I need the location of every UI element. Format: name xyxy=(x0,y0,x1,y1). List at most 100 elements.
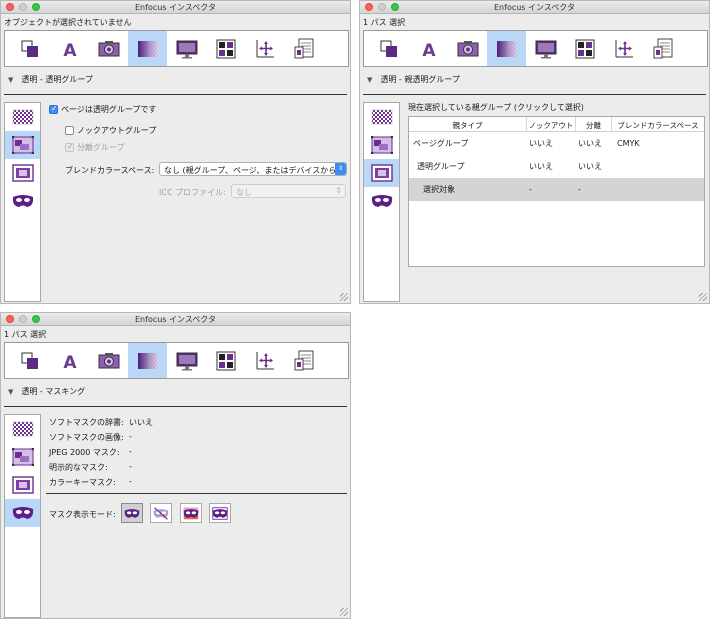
table-cell: 透明グループ xyxy=(417,162,465,171)
sidebar-item-page[interactable] xyxy=(5,103,40,131)
position-icon xyxy=(613,38,635,60)
disclosure-triangle-icon[interactable]: ▼ xyxy=(8,388,13,396)
section-header[interactable]: ▼ 透明 - マスキング xyxy=(8,386,85,397)
disclosure-triangle-icon[interactable]: ▼ xyxy=(8,76,13,84)
column-header[interactable]: ブレンドカラースペース xyxy=(612,117,704,131)
resize-grip-icon[interactable] xyxy=(340,608,348,616)
document-tab-button[interactable] xyxy=(284,343,323,378)
group-transparency-icon xyxy=(12,136,34,154)
sidebar-item-page[interactable] xyxy=(364,103,399,131)
mask-mode-color-button[interactable] xyxy=(180,503,202,523)
page-group-checkbox[interactable] xyxy=(49,104,58,114)
knockout-row[interactable]: ノックアウトグループ xyxy=(65,125,156,136)
text-tab-button[interactable] xyxy=(50,31,89,66)
column-header[interactable]: ノックアウト xyxy=(527,117,576,131)
sidebar-item-page[interactable] xyxy=(5,415,40,443)
section-divider xyxy=(4,94,347,95)
section-divider xyxy=(363,94,706,95)
icc-profile-value: なし xyxy=(236,188,252,197)
mask-mode-show-button[interactable] xyxy=(121,503,143,523)
sidebar-item-object[interactable] xyxy=(5,159,40,187)
mask-mode-hide-button[interactable] xyxy=(150,503,172,523)
display-tab-button[interactable] xyxy=(167,343,206,378)
image-tab-button[interactable] xyxy=(89,31,128,66)
inspector-window-1: Enfocus インスペクタ オブジェクトが選択されていません ▼ 透明 - 透明… xyxy=(0,0,351,304)
document-icon xyxy=(293,350,315,372)
sidebar-item-mask[interactable] xyxy=(5,187,40,215)
window-titlebar[interactable]: Enfocus インスペクタ xyxy=(1,313,350,326)
window-title: Enfocus インスペクタ xyxy=(135,3,216,12)
isolated-checkbox[interactable] xyxy=(65,142,74,152)
image-icon xyxy=(98,38,120,60)
disclosure-triangle-icon[interactable]: ▼ xyxy=(367,76,372,84)
sidebar-item-mask[interactable] xyxy=(5,499,40,527)
section-title: 透明 - 透明グループ xyxy=(21,75,93,84)
page-transparency-icon xyxy=(12,420,34,438)
position-tab-button[interactable] xyxy=(245,343,284,378)
document-tab-button[interactable] xyxy=(284,31,323,66)
inspector-window-2: Enfocus インスペクタ 1 パス 選択 ▼ 透明 - 親透明グループ 現在選… xyxy=(359,0,710,304)
knockout-checkbox[interactable] xyxy=(65,126,74,135)
image-tab-button[interactable] xyxy=(89,343,128,378)
table-cell: ページグループ xyxy=(413,139,469,148)
blend-colorspace-popup[interactable]: なし (親グループ、ページ、またはデバイスから継承) ⇕ xyxy=(159,162,347,176)
display-tab-button[interactable] xyxy=(167,31,206,66)
icc-profile-popup[interactable]: なし ⇕ xyxy=(231,184,346,198)
image-icon xyxy=(457,38,479,60)
position-icon xyxy=(254,350,276,372)
sidebar-item-group[interactable] xyxy=(5,443,40,471)
sidebar-item-mask[interactable] xyxy=(364,187,399,215)
position-tab-button[interactable] xyxy=(604,31,643,66)
transparency-icon xyxy=(496,38,518,60)
display-tab-button[interactable] xyxy=(526,31,565,66)
isolated-row[interactable]: 分離グループ xyxy=(65,142,125,153)
object-tab-button[interactable] xyxy=(11,31,50,66)
sidebar-item-object[interactable] xyxy=(5,471,40,499)
icc-label: ICC プロファイル: xyxy=(159,188,226,197)
document-tab-button[interactable] xyxy=(643,31,682,66)
transparency-tab-button[interactable] xyxy=(487,31,526,66)
mask-field-label: JPEG 2000 マスク: xyxy=(49,448,120,457)
table-row[interactable]: ページグループ いいえ いいえ CMYK xyxy=(409,132,704,155)
sidebar-item-group[interactable] xyxy=(5,131,40,159)
object-tab-button[interactable] xyxy=(370,31,409,66)
object-transparency-icon xyxy=(12,164,34,182)
mask-field-label: カラーキーマスク: xyxy=(49,478,116,487)
inspector-toolbar xyxy=(4,30,349,67)
mask-icon xyxy=(12,504,34,522)
sidebar-item-object[interactable] xyxy=(364,159,399,187)
color-tab-button[interactable] xyxy=(565,31,604,66)
sidebar-item-group[interactable] xyxy=(364,131,399,159)
table-cell: いいえ xyxy=(578,139,602,148)
color-tab-button[interactable] xyxy=(206,343,245,378)
page-transparency-icon xyxy=(371,108,393,126)
color-tab-button[interactable] xyxy=(206,31,245,66)
text-tab-button[interactable] xyxy=(409,31,448,66)
column-header[interactable]: 親タイプ xyxy=(409,117,527,131)
object-tab-button[interactable] xyxy=(11,343,50,378)
window-titlebar[interactable]: Enfocus インスペクタ xyxy=(360,1,709,14)
position-tab-button[interactable] xyxy=(245,31,284,66)
table-row[interactable]: 透明グループ いいえ いいえ xyxy=(409,155,704,178)
mask-field-value: - xyxy=(129,432,132,441)
table-row-selected[interactable]: 選択対象 - - xyxy=(409,178,704,201)
section-header[interactable]: ▼ 透明 - 親透明グループ xyxy=(367,74,460,85)
window-titlebar[interactable]: Enfocus インスペクタ xyxy=(1,1,350,14)
page-group-row[interactable]: ページは透明グループです xyxy=(49,104,156,115)
text-tab-button[interactable] xyxy=(50,343,89,378)
resize-grip-icon[interactable] xyxy=(340,293,348,301)
column-header[interactable]: 分離 xyxy=(576,117,612,131)
window-title: Enfocus インスペクタ xyxy=(494,3,575,12)
resize-grip-icon[interactable] xyxy=(699,293,707,301)
popup-arrows-icon: ⇕ xyxy=(335,186,342,195)
transparency-tab-button[interactable] xyxy=(128,31,167,66)
object-icon xyxy=(379,38,401,60)
image-tab-button[interactable] xyxy=(448,31,487,66)
section-divider xyxy=(4,406,347,407)
section-header[interactable]: ▼ 透明 - 透明グループ xyxy=(8,74,93,85)
selection-info: 1 パス 選択 xyxy=(363,18,406,27)
group-transparency-icon xyxy=(12,448,34,466)
mask-mode-outline-button[interactable] xyxy=(209,503,231,523)
mask-show-icon xyxy=(124,507,140,520)
transparency-tab-button[interactable] xyxy=(128,343,167,378)
